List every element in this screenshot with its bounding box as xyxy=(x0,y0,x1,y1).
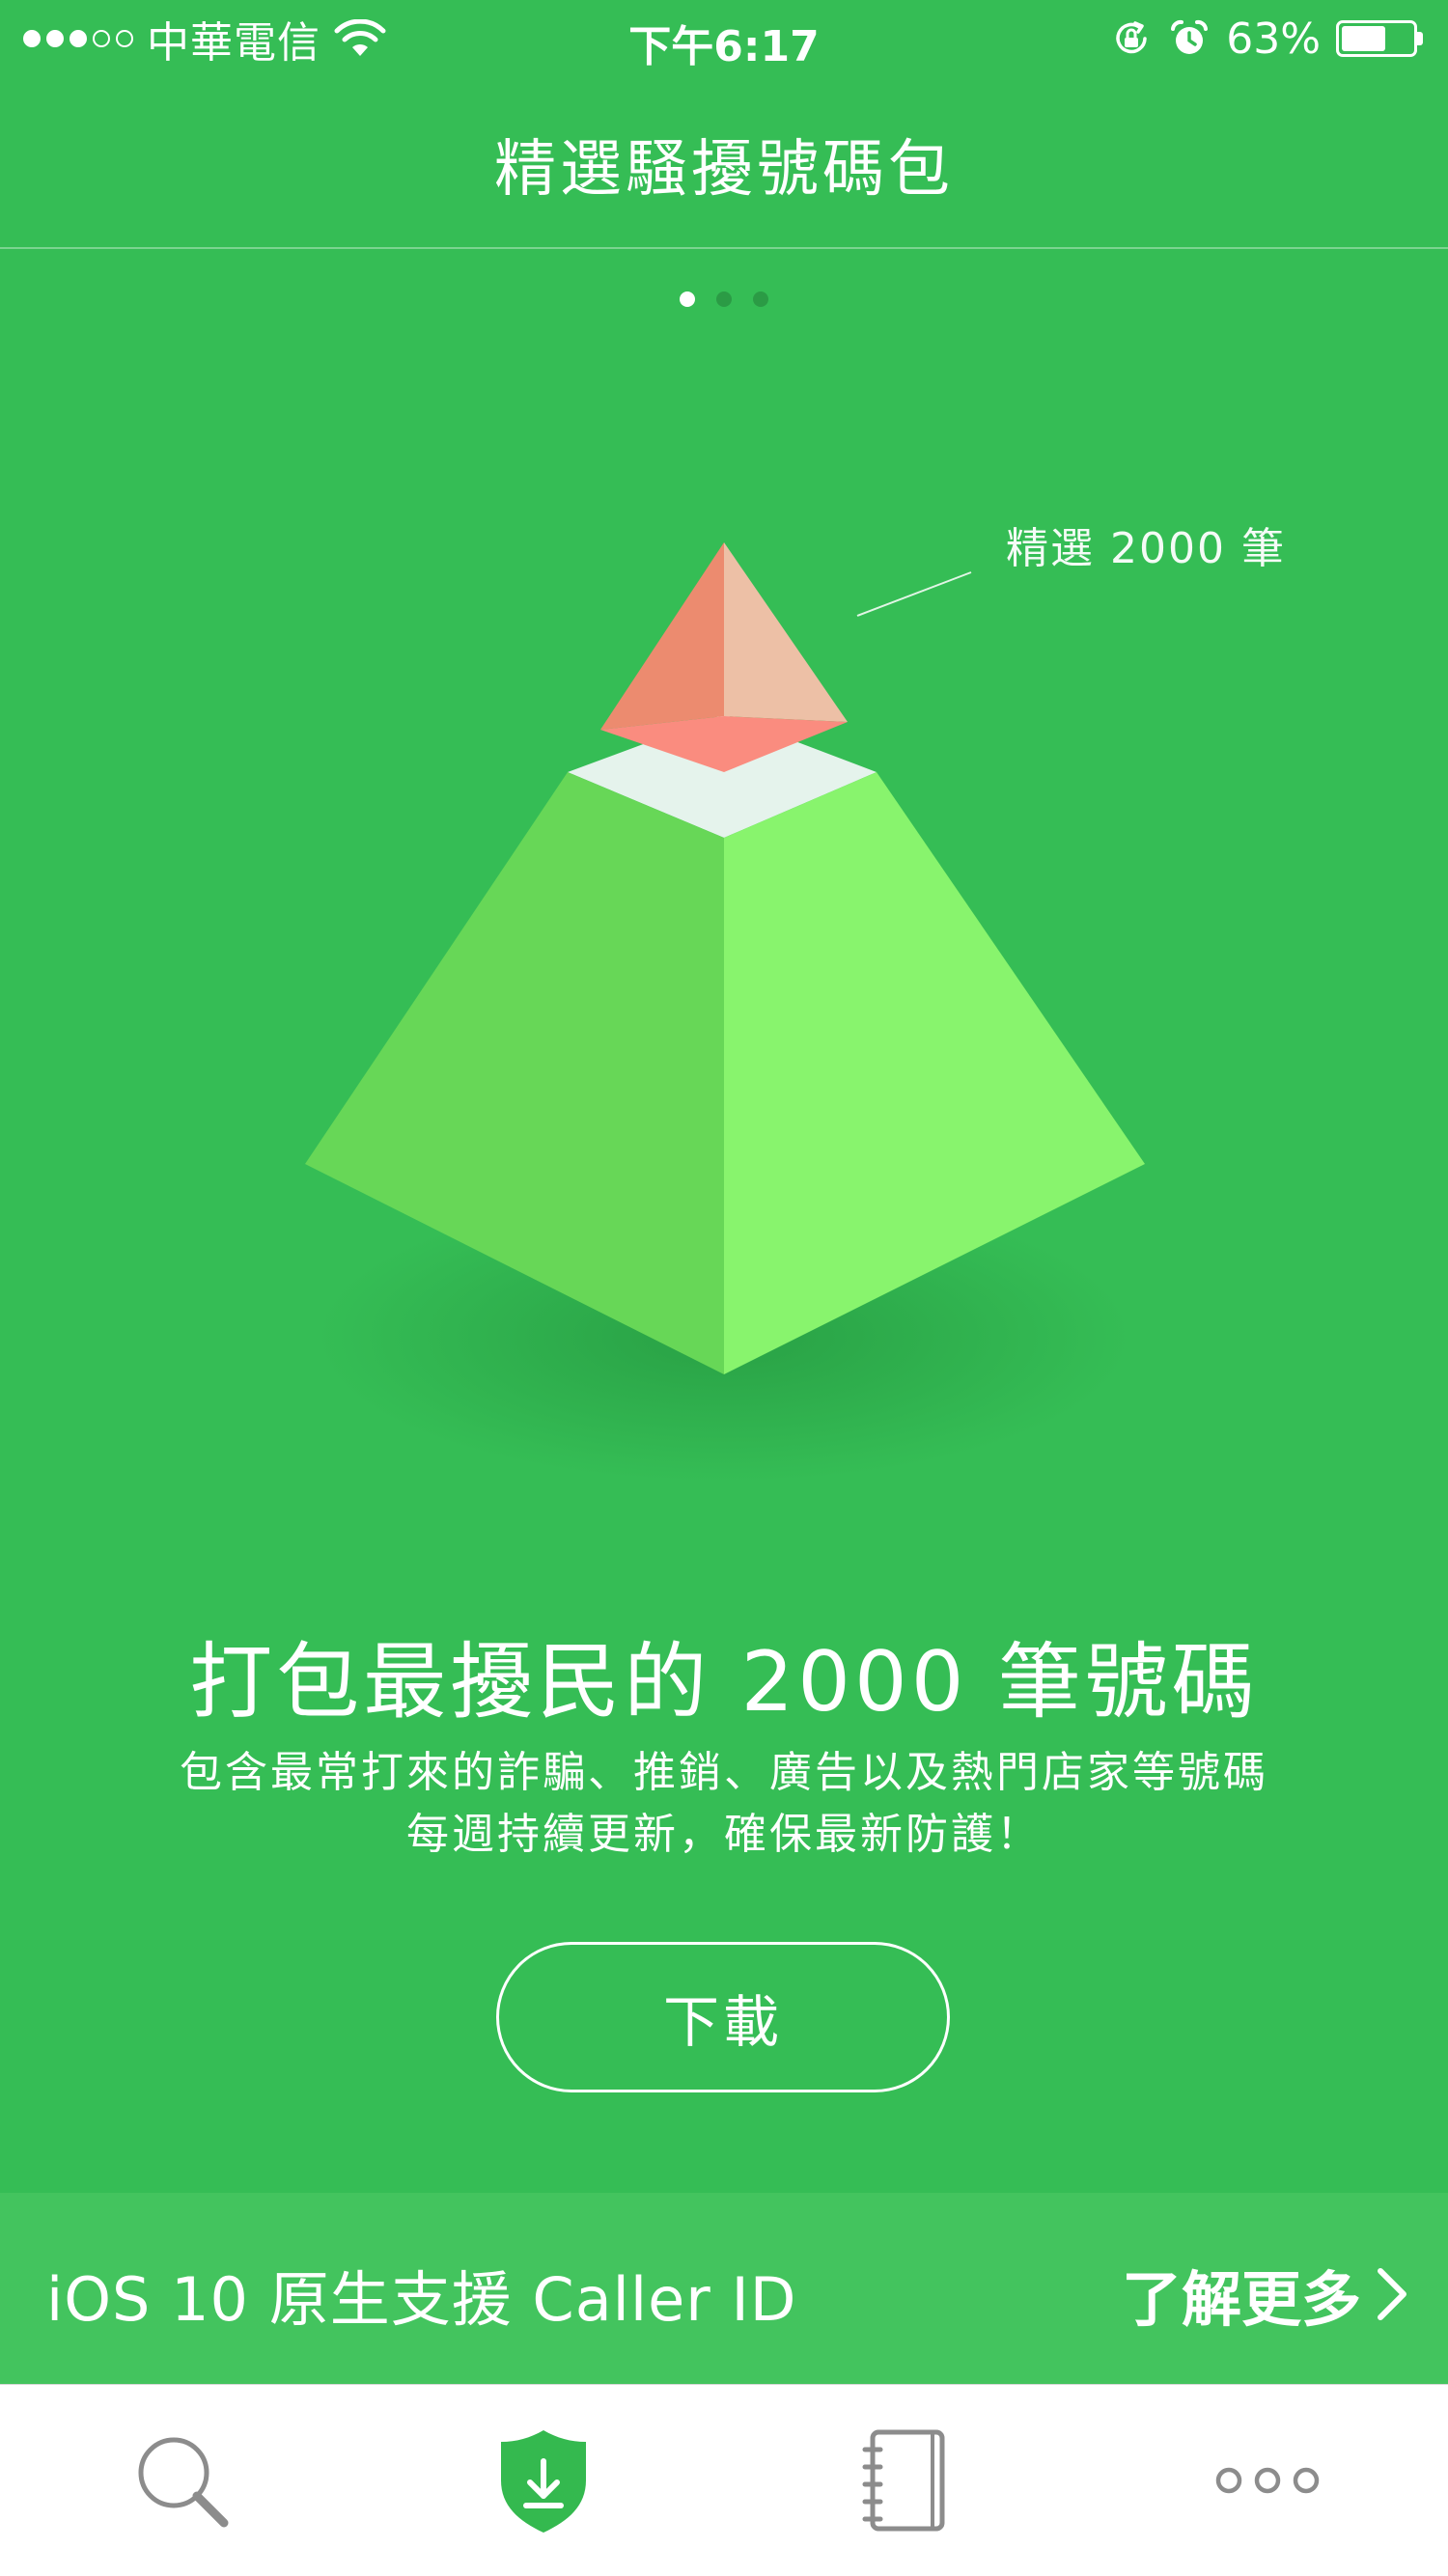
tab-bar xyxy=(0,2384,1448,2576)
navigation-bar: 精選騷擾號碼包 xyxy=(0,77,1448,249)
shield-download-icon xyxy=(500,2430,586,2533)
description-line-1: 包含最常打來的詐騙、推銷、廣告以及熱門店家等號碼 xyxy=(180,1748,1268,1797)
battery-icon xyxy=(1336,19,1425,58)
more-dots-icon xyxy=(1215,2467,1319,2494)
learn-more-link[interactable]: 了解更多 xyxy=(1122,2251,1409,2338)
notebook-icon xyxy=(862,2429,944,2532)
tab-number-packs[interactable] xyxy=(362,2385,724,2576)
rotation-lock-icon xyxy=(1116,21,1147,54)
page-dot[interactable] xyxy=(753,291,768,307)
caller-id-promo-banner[interactable]: iOS 10 原生支援 Caller ID 了解更多 xyxy=(0,2193,1448,2384)
top-pyramid-left-face xyxy=(600,542,724,730)
tab-search[interactable] xyxy=(0,2385,362,2576)
top-pyramid-right-face xyxy=(724,542,848,722)
callout-line xyxy=(856,571,972,617)
battery-percentage: 63% xyxy=(1226,14,1321,64)
headline: 打包最擾民的 2000 筆號碼 xyxy=(189,1634,1259,1731)
download-button[interactable]: 下載 xyxy=(496,1942,950,2092)
promo-text: iOS 10 原生支援 Caller ID xyxy=(46,2264,797,2335)
learn-more-label: 了解更多 xyxy=(1121,2264,1361,2335)
page-dot[interactable] xyxy=(680,291,695,307)
status-bar: 中華電信 下午6:17 63% xyxy=(0,0,1448,77)
chevron-right-icon xyxy=(1378,2268,1406,2320)
description-line-2: 每週持續更新，確保最新防護！ xyxy=(406,1810,1042,1859)
page-title: 精選騷擾號碼包 xyxy=(494,134,954,206)
page-dot[interactable] xyxy=(716,291,732,307)
tab-contacts[interactable] xyxy=(724,2385,1086,2576)
page-indicator[interactable] xyxy=(0,291,1448,307)
alarm-icon xyxy=(1171,19,1209,54)
search-icon xyxy=(138,2437,228,2528)
callout-label: 精選 2000 筆 xyxy=(1006,524,1286,573)
tab-more[interactable] xyxy=(1086,2385,1448,2576)
pyramid-illustration xyxy=(305,542,1145,1482)
